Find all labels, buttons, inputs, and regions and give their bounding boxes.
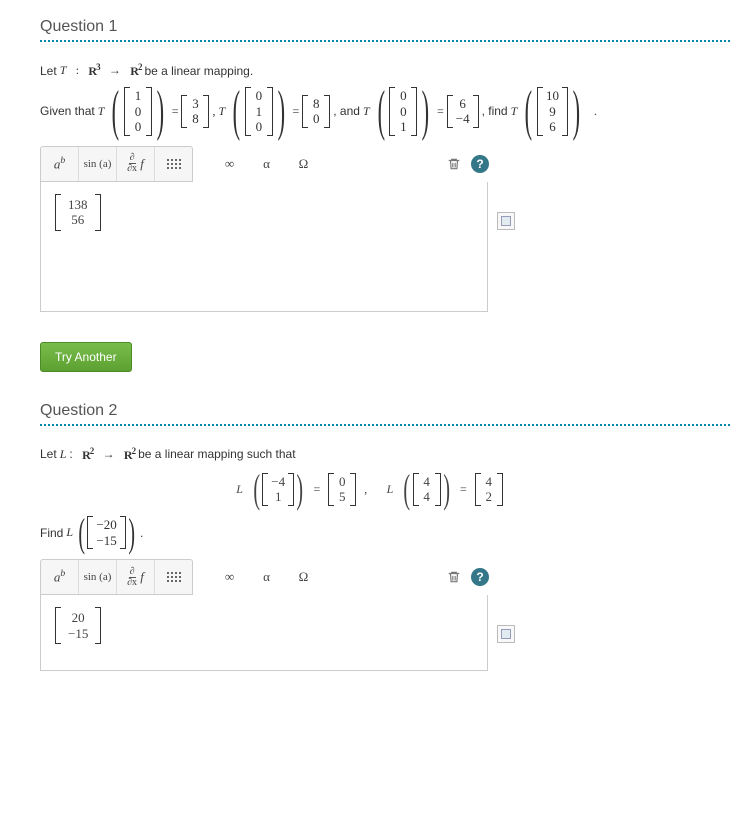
answer-vector: 13856 <box>55 194 101 231</box>
vector: 6−4 <box>447 95 479 128</box>
math-toolbar: ab sin (a) ∂∂x f ∞ α Ω ? <box>40 559 490 595</box>
try-another-button[interactable]: Try Another <box>40 342 132 372</box>
vector: 05 <box>328 473 356 506</box>
vector: −20−15 <box>87 516 125 549</box>
q1-given: Given that T ( 100 ) = 38 , T ( 010 ) = … <box>40 87 699 136</box>
vector: 42 <box>475 473 503 506</box>
var-L: L <box>387 482 394 497</box>
var-L: L <box>66 525 73 540</box>
text: Let <box>40 64 57 78</box>
q2-equations: L ( −41 ) = 05 , L ( 44 ) = 42 <box>40 473 699 506</box>
question-2-heading: Question 2 <box>40 402 699 420</box>
vector: 001 <box>389 87 417 136</box>
tb-delete-button[interactable] <box>444 154 464 174</box>
var-T: T <box>60 63 67 78</box>
tb-superscript-button[interactable]: ab <box>41 147 79 181</box>
equation-preview-icon[interactable] <box>497 212 515 230</box>
vector: 100 <box>124 87 152 136</box>
tb-sin-button[interactable]: sin (a) <box>79 147 117 181</box>
var-T: T <box>218 104 225 119</box>
var-T: T <box>363 104 370 119</box>
math-toolbar: ab sin (a) ∂∂x f ∞ α Ω ? <box>40 146 490 182</box>
tb-omega-button[interactable]: Ω <box>285 147 322 181</box>
var-T: T <box>98 104 105 119</box>
q2-find: Find L ( −20−15 ). <box>40 516 699 549</box>
text: Given that <box>40 104 95 118</box>
vector: −41 <box>262 473 294 506</box>
tb-sin-button[interactable]: sin (a) <box>79 560 117 594</box>
vector: 010 <box>245 87 273 136</box>
set-R2: R2 <box>124 446 135 463</box>
tb-alpha-button[interactable]: α <box>248 560 285 594</box>
arrow-icon: → <box>109 63 121 78</box>
tb-infinity-button[interactable]: ∞ <box>211 560 248 594</box>
answer-vector: 20−15 <box>55 607 101 644</box>
divider <box>40 40 730 42</box>
q2-answer-input[interactable]: 20−15 <box>40 595 488 671</box>
tb-omega-button[interactable]: Ω <box>285 560 322 594</box>
vector: 38 <box>181 95 209 128</box>
set-R3: R3 <box>88 62 99 79</box>
q1-answer-input[interactable]: 13856 <box>40 182 488 312</box>
question-1-heading: Question 1 <box>40 18 699 36</box>
tb-partial-button[interactable]: ∂∂x f <box>117 147 155 181</box>
vector: 80 <box>302 95 330 128</box>
set-R2: R2 <box>82 446 93 463</box>
var-L: L <box>60 447 67 462</box>
var-L: L <box>236 482 243 497</box>
arrow-icon: → <box>103 447 115 462</box>
tb-infinity-button[interactable]: ∞ <box>211 147 248 181</box>
tb-matrix-button[interactable] <box>155 560 192 594</box>
tb-superscript-button[interactable]: ab <box>41 560 79 594</box>
tb-help-button[interactable]: ? <box>470 567 490 587</box>
vector: 1096 <box>537 87 568 136</box>
divider <box>40 424 730 426</box>
text: be a linear mapping. <box>144 64 253 78</box>
tb-alpha-button[interactable]: α <box>248 147 285 181</box>
set-R2: R2 <box>130 62 141 79</box>
tb-delete-button[interactable] <box>444 567 464 587</box>
q1-intro: Let T : R3 → R2 be a linear mapping. <box>40 62 699 79</box>
var-T: T <box>511 104 518 119</box>
colon: : <box>76 63 79 78</box>
tb-partial-button[interactable]: ∂∂x f <box>117 560 155 594</box>
tb-help-button[interactable]: ? <box>470 154 490 174</box>
equation-preview-icon[interactable] <box>497 625 515 643</box>
equals: = <box>172 104 179 119</box>
tb-matrix-button[interactable] <box>155 147 192 181</box>
q2-intro: Let L: R2 → R2 be a linear mapping such … <box>40 446 699 463</box>
vector: 44 <box>413 473 441 506</box>
